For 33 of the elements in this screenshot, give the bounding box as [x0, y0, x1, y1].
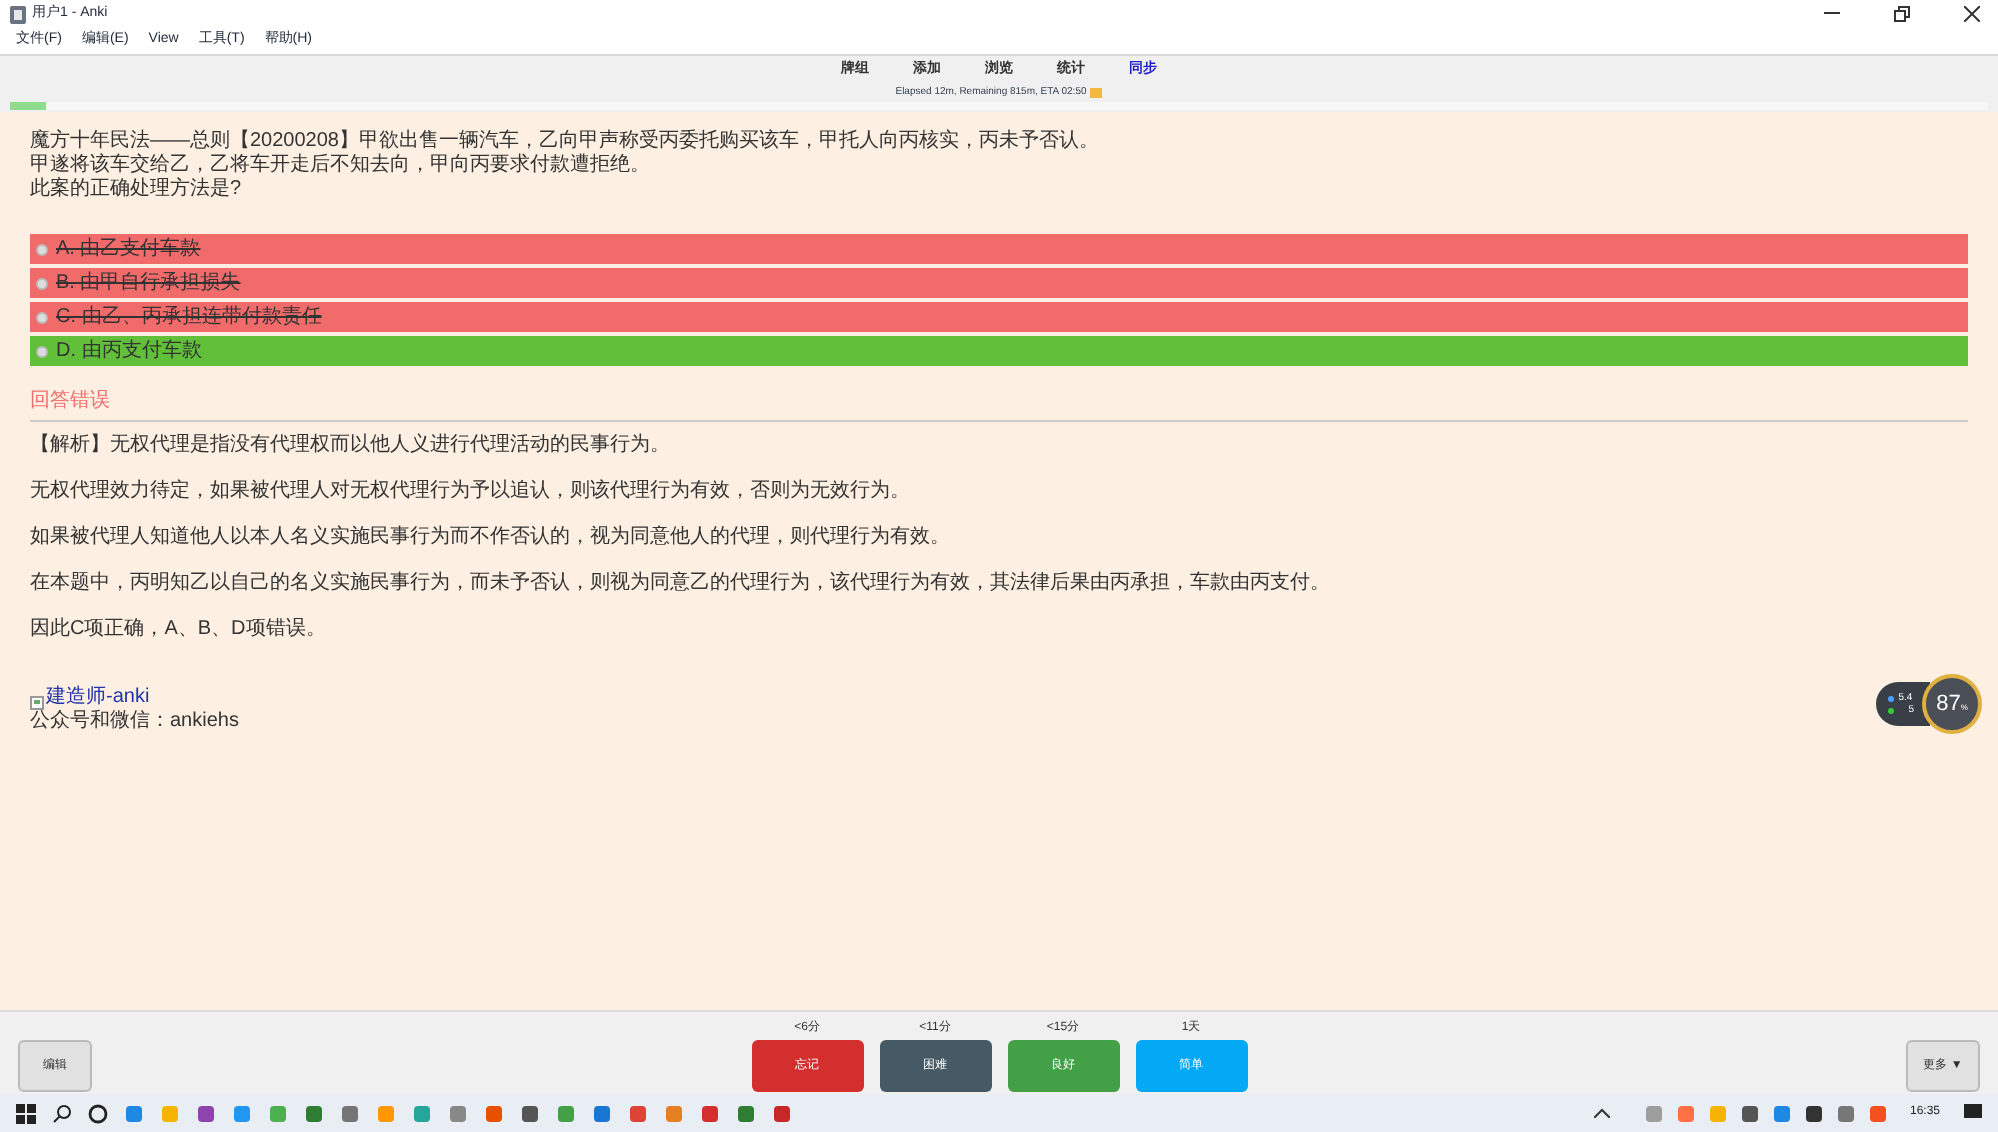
usage-percent: 87	[1936, 693, 1961, 715]
notification-icon[interactable]	[1964, 1104, 1982, 1122]
app-icon	[10, 5, 26, 23]
restore-icon[interactable]	[1894, 6, 1910, 22]
search-icon[interactable]	[52, 1103, 72, 1123]
task-view-icon[interactable]	[88, 1103, 108, 1123]
folder-icon	[1090, 87, 1103, 97]
radio-icon	[36, 311, 48, 323]
question-text: 魔方十年民法——总则【20200208】甲欲出售一辆汽车，乙向甲声称受丙委托购买该车，甲托人向丙核实，丙未予否认。	[30, 130, 1101, 153]
answer-option[interactable]: A. 由乙支付车款	[30, 234, 1968, 264]
question-text: 甲遂将该车交给乙，乙将车开走后不知去向，甲向丙要求付款遭拒绝。	[30, 154, 652, 177]
answer-option[interactable]: B. 由甲自行承担损失	[30, 268, 1968, 298]
minimize-icon[interactable]	[1824, 12, 1840, 16]
footer-note: 公众号和微信：ankiehs	[30, 710, 241, 734]
radio-icon	[36, 243, 48, 255]
question-text: 此案的正确处理方法是?	[30, 178, 244, 202]
start-icon[interactable]	[16, 1103, 36, 1123]
radio-icon	[36, 345, 48, 357]
answer-option[interactable]: C. 由乙、丙承担连带付款责任	[30, 302, 1968, 332]
explanation-text: 在本题中，丙明知乙以自己的名义实施民事行为，而未予否认，则视为同意乙的代理行为，该代理行为有效，其法律后果由丙承担，车款由丙支付。	[30, 572, 1332, 596]
explanation-text: 如果被代理人知道他人以本人名义实施民事行为而不作否认的，视为同意他人的代理，则代理行为有效。	[30, 526, 952, 550]
chevron-up-icon[interactable]	[1593, 1108, 1610, 1118]
image-link[interactable]: 建造师-anki	[46, 686, 150, 710]
explanation-text: 无权代理效力待定，如果被代理人对无权代理行为予以追认，则该代理行为有效，否则为无效行为。	[30, 480, 912, 504]
explanation-text: 因此C项正确，A、B、D项错误。	[30, 618, 328, 642]
broken-image-icon	[30, 696, 44, 710]
result-text: 回答错误	[30, 388, 112, 416]
radio-icon	[36, 277, 48, 289]
explanation-text: 【解析】无权代理是指没有代理权而以他人义进行代理活动的民事行为。	[30, 434, 672, 458]
upload-dot-icon	[1888, 695, 1895, 701]
answer-option[interactable]: D. 由丙支付车款	[30, 336, 1968, 366]
close-icon[interactable]	[1964, 6, 1980, 22]
download-dot-icon	[1888, 707, 1895, 713]
